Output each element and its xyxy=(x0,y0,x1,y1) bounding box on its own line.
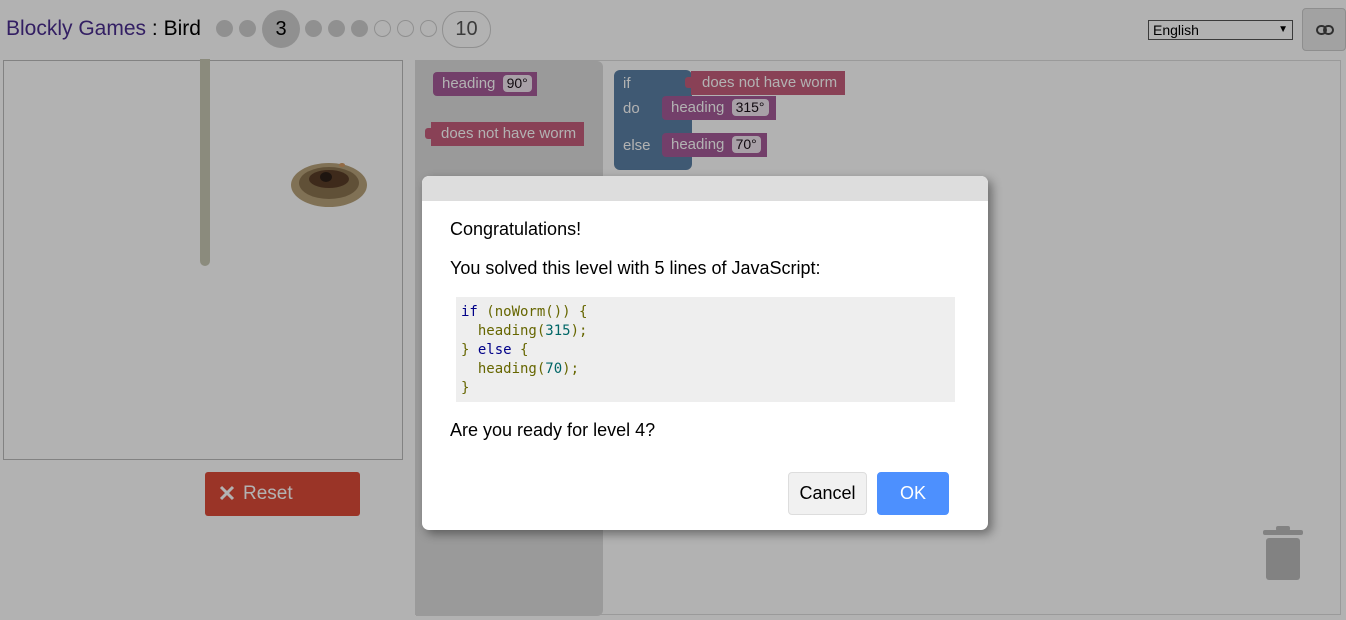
code-text: heading( xyxy=(461,323,546,339)
code-number: 315 xyxy=(545,323,571,339)
code-line: heading(70); xyxy=(461,360,955,379)
code-text: } xyxy=(461,380,470,396)
code-text: { xyxy=(511,342,529,358)
code-text: heading( xyxy=(461,361,546,377)
code-line: heading(315); xyxy=(461,322,955,341)
dialog-titlebar[interactable] xyxy=(422,176,988,201)
code-keyword: if xyxy=(461,304,478,320)
dialog-title: Congratulations! xyxy=(450,219,582,239)
ok-button[interactable]: OK xyxy=(877,472,949,515)
code-keyword: else xyxy=(477,342,512,358)
dialog-question: Are you ready for level 4? xyxy=(450,420,656,440)
dialog-message: You solved this level with 5 lines of Ja… xyxy=(450,258,821,278)
code-line: } xyxy=(461,379,955,398)
code-text: ); xyxy=(570,323,588,339)
code-text: } xyxy=(461,342,478,358)
code-number: 70 xyxy=(545,361,563,377)
code-text: ); xyxy=(562,361,580,377)
cancel-button[interactable]: Cancel xyxy=(788,472,867,515)
code-line: } else { xyxy=(461,341,955,360)
code-line: if (noWorm()) { xyxy=(461,303,955,322)
code-block: if (noWorm()) { heading(315); } else { h… xyxy=(456,297,955,402)
congratulations-dialog: Congratulations! You solved this level w… xyxy=(422,176,988,530)
code-text: (noWorm()) { xyxy=(477,304,588,320)
